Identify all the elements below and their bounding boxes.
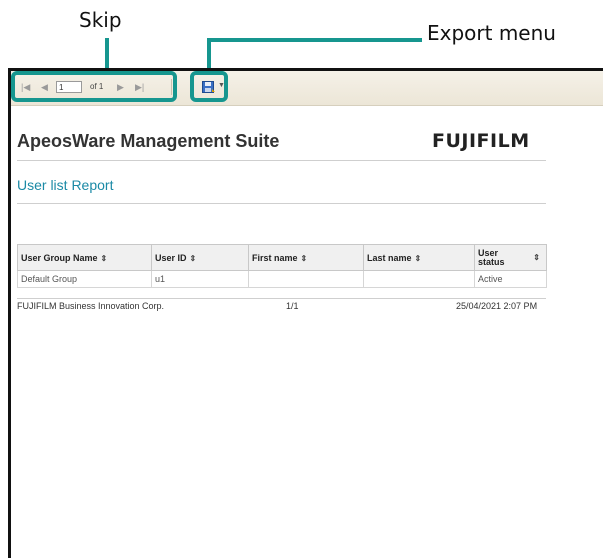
callout-export-menu-label: Export menu [427,21,556,45]
sort-icon: ⇕ [189,253,197,263]
footer-page-number: 1/1 [286,301,299,311]
divider [17,160,546,161]
cell-user-group-name: Default Group [17,270,152,288]
table-header-row: User Group Name ⇕ User ID ⇕ First name ⇕ La… [17,244,547,271]
skip-highlight-box [11,71,177,102]
cell-user-id: u1 [151,270,249,288]
footer-timestamp: 25/04/2021 2:07 PM [456,301,538,311]
callout-export-leader-horizontal [207,38,422,42]
export-menu-highlight-box [190,71,228,102]
column-header-last-name[interactable]: Last name ⇕ [363,244,475,271]
divider [17,203,546,204]
footer-divider [17,298,546,299]
users-table: User Group Name ⇕ User ID ⇕ First name ⇕ La… [17,244,547,288]
cell-last-name [363,270,475,288]
sort-icon: ⇕ [300,253,308,263]
callout-export-leader-vertical [207,38,211,72]
column-header-user-status[interactable]: User status ⇕ [474,244,547,271]
cell-first-name [248,270,364,288]
column-header-user-id[interactable]: User ID ⇕ [151,244,249,271]
footer-company: FUJIFILM Business Innovation Corp. [17,301,165,311]
sort-icon: ⇕ [533,253,540,262]
app-title: ApeosWare Management Suite [17,131,280,151]
report-title: User list Report [17,177,114,193]
table-row: Default Group u1 Active [17,270,547,288]
sort-icon: ⇕ [414,253,422,263]
brand-logo: FUJIFILM [432,130,530,152]
cell-user-status: Active [474,270,547,288]
report-viewer: |◀ ◀ of 1 ▶ ▶| ▼ ApeosWare Management Su… [8,68,603,558]
report-body: ApeosWare Management Suite FUJIFILM User… [15,105,603,558]
callout-skip-label: Skip [79,8,122,32]
sort-icon: ⇕ [100,253,108,263]
callout-skip-leader [105,38,109,72]
column-header-first-name[interactable]: First name ⇕ [248,244,364,271]
column-header-user-group-name[interactable]: User Group Name ⇕ [17,244,152,271]
